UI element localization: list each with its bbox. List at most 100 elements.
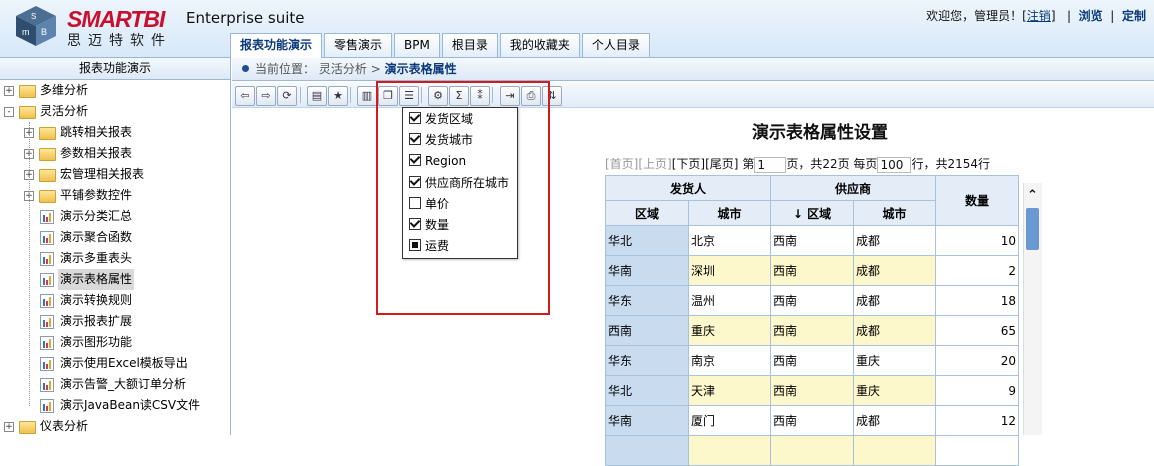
tree-item-12[interactable]: 演示图形功能 xyxy=(0,332,230,353)
table-cell: 天津 xyxy=(688,375,771,406)
table-cell: 华南 xyxy=(605,255,689,286)
checkbox[interactable] xyxy=(409,175,421,188)
column-option[interactable]: 发货区域 xyxy=(409,109,473,129)
tree-item-2[interactable]: + 跳转相关报表 xyxy=(0,122,230,143)
table-cell: 华北 xyxy=(605,225,689,256)
back-button[interactable]: ⇦ xyxy=(235,86,255,106)
table-cell: 北京 xyxy=(688,225,771,256)
smartbi-logo-icon: S m B xyxy=(16,6,56,46)
checkbox[interactable] xyxy=(409,112,421,124)
column-option[interactable]: 发货城市 xyxy=(409,130,473,150)
tree-item-9[interactable]: 演示表格属性 xyxy=(0,269,230,290)
table-cell: 温州 xyxy=(688,285,771,316)
expand-icon[interactable]: + xyxy=(4,86,14,96)
table-cell: 西南 xyxy=(770,225,854,256)
favorite-button[interactable]: ★ xyxy=(328,86,348,106)
brand-chinese-name: 思迈特软件 xyxy=(67,33,172,49)
tree-item-3[interactable]: + 参数相关报表 xyxy=(0,143,230,164)
first-page-link[interactable]: [首页] xyxy=(605,157,638,171)
checkbox[interactable] xyxy=(409,239,421,252)
table-cell: 西南 xyxy=(770,285,854,316)
table-cell: 成都 xyxy=(853,225,936,256)
tab-2[interactable]: BPM xyxy=(394,33,440,57)
scroll-thumb[interactable] xyxy=(1026,208,1039,250)
save-button[interactable]: ▤ xyxy=(307,86,327,106)
column-option-label: 发货区域 xyxy=(425,112,474,126)
page-number-input[interactable]: 1 xyxy=(754,156,787,173)
save-icon: ▤ xyxy=(311,89,323,102)
column-option[interactable]: 数量 xyxy=(409,215,449,235)
column-option[interactable]: 供应商所在城市 xyxy=(409,173,509,193)
forward-icon: ⇨ xyxy=(261,89,271,102)
chart-icon: ▥ xyxy=(361,89,373,102)
tree-item-4[interactable]: + 宏管理相关报表 xyxy=(0,164,230,185)
prev-page-link[interactable]: [上页] xyxy=(638,157,671,171)
header-quantity[interactable]: 数量 xyxy=(935,175,1019,226)
header-supplier-city[interactable]: 城市 xyxy=(853,200,936,226)
report-toolbar: ⇦ ⇨ ⟳ ▤ ★ ▥ ❐ ☰ ⚙ Σ ⁑ ⇥ ⎙ ⇅ xyxy=(232,83,1154,108)
tree-item-7[interactable]: 演示聚合函数 xyxy=(0,227,230,248)
table-cell: 成都 xyxy=(853,405,936,436)
customize-link[interactable]: 定制 xyxy=(1122,9,1146,23)
folder-icon xyxy=(19,85,36,98)
tab-5[interactable]: 个人目录 xyxy=(581,33,650,57)
report-icon xyxy=(40,315,54,329)
tree-item-15[interactable]: 演示JavaBean读CSV文件 xyxy=(0,395,230,416)
forward-button[interactable]: ⇨ xyxy=(256,86,276,106)
logout-link[interactable]: 注销 xyxy=(1027,9,1051,23)
checkbox[interactable] xyxy=(409,133,421,146)
last-page-link[interactable]: [尾页] xyxy=(705,157,738,171)
tree-guide-line xyxy=(29,122,30,406)
checkbox[interactable] xyxy=(409,154,421,167)
table-row: 华南 深圳 西南 成都 2 xyxy=(605,255,1019,286)
column-option[interactable]: 单价 xyxy=(409,194,449,214)
header-ship-region[interactable]: 区域 xyxy=(605,200,689,226)
column-option[interactable]: Region xyxy=(409,151,466,171)
tab-1[interactable]: 零售演示 xyxy=(324,33,393,57)
expand-icon[interactable]: + xyxy=(4,422,14,432)
table-cell: 西南 xyxy=(770,315,854,346)
tree-item-11[interactable]: 演示报表扩展 xyxy=(0,311,230,332)
tree-item-1[interactable]: - 灵活分析 xyxy=(0,101,230,122)
report-icon xyxy=(40,336,54,350)
checkbox[interactable] xyxy=(409,218,421,230)
table-cell xyxy=(605,435,689,466)
folder-icon xyxy=(39,148,56,161)
breadcrumb-parent[interactable]: 灵活分析 xyxy=(319,62,367,76)
table-cell: 西南 xyxy=(770,255,854,286)
vertical-scrollbar[interactable]: ⌃ xyxy=(1023,183,1042,435)
scroll-up-icon[interactable]: ⌃ xyxy=(1027,188,1038,203)
left-panel-title: 报表功能演示 xyxy=(0,58,230,80)
chart-button[interactable]: ▥ xyxy=(357,86,377,106)
header-ship-city[interactable]: 城市 xyxy=(688,200,771,226)
table-row: 华东 温州 西南 成都 18 xyxy=(605,285,1019,316)
tab-4[interactable]: 我的收藏夹 xyxy=(499,33,580,57)
tree-item-0[interactable]: + 多维分析 xyxy=(0,80,230,101)
tree-item-5[interactable]: + 平铺参数控件 xyxy=(0,185,230,206)
tree-item-label: 演示转换规则 xyxy=(60,293,133,307)
report-title: 演示表格属性设置 xyxy=(752,123,888,143)
table-cell: 西南 xyxy=(605,315,689,346)
browse-link[interactable]: 浏览 xyxy=(1079,9,1103,23)
tree-item-14[interactable]: 演示告警_大额订单分析 xyxy=(0,374,230,395)
folder-icon xyxy=(19,106,36,119)
table-cell xyxy=(853,435,936,466)
tab-0[interactable]: 报表功能演示 xyxy=(230,33,323,58)
tree-item-8[interactable]: 演示多重表头 xyxy=(0,248,230,269)
tree-item-6[interactable]: 演示分类汇总 xyxy=(0,206,230,227)
tree-item-13[interactable]: 演示使用Excel模板导出 xyxy=(0,353,230,374)
table-row xyxy=(605,435,1019,466)
tree-item-label: 多维分析 xyxy=(40,83,89,97)
table-cell: 深圳 xyxy=(688,255,771,286)
tab-3[interactable]: 根目录 xyxy=(441,33,498,57)
rows-per-page-input[interactable]: 100 xyxy=(877,156,912,173)
report-icon xyxy=(40,399,54,413)
next-page-link[interactable]: [下页] xyxy=(672,157,705,171)
refresh-button[interactable]: ⟳ xyxy=(277,86,297,106)
header-supplier-region[interactable]: ↓ 区域 xyxy=(770,200,854,226)
collapse-icon[interactable]: - xyxy=(4,107,14,117)
checkbox[interactable] xyxy=(409,196,421,209)
tree-item-10[interactable]: 演示转换规则 xyxy=(0,290,230,311)
column-option[interactable]: 运费 xyxy=(409,236,449,256)
tree-item-16[interactable]: + 仪表分析 xyxy=(0,416,230,437)
